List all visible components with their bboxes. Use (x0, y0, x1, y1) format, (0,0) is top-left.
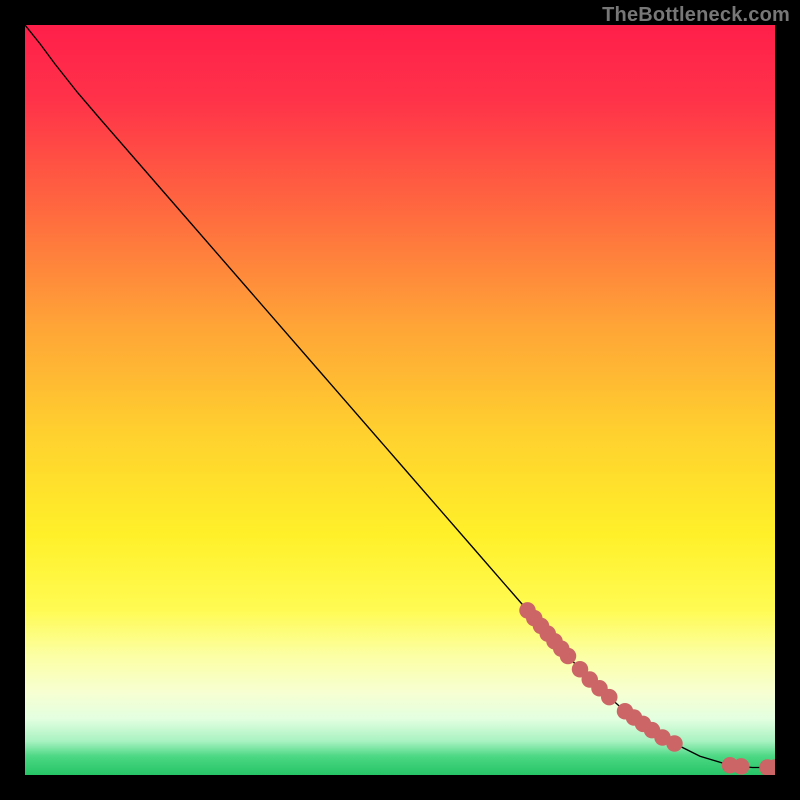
chart-plot (25, 25, 775, 775)
gradient-background (25, 25, 775, 775)
watermark-label: TheBottleneck.com (602, 4, 790, 27)
data-point (733, 758, 750, 775)
data-point (666, 735, 683, 751)
data-point (560, 648, 577, 665)
chart-container: TheBottleneck.com (0, 0, 800, 800)
data-point (601, 689, 618, 706)
